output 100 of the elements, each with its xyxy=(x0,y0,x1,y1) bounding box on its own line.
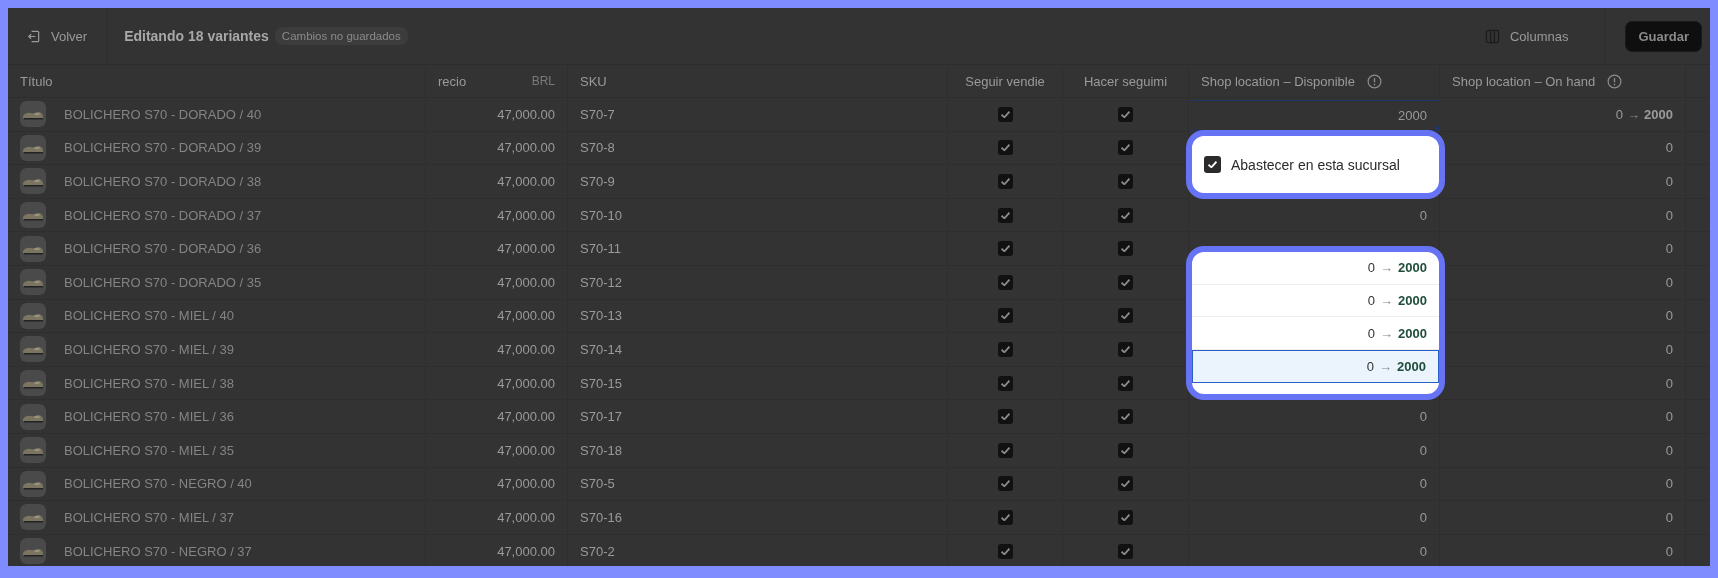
variant-title: BOLICHERO S70 - DORADO / 38 xyxy=(64,174,262,189)
available-value: 0 xyxy=(1419,409,1427,425)
on-hand-value: 0 xyxy=(1665,274,1673,290)
on-hand-value: 0 → 2000 xyxy=(1615,106,1673,122)
column-header[interactable]: Shop location – Disponible xyxy=(1201,73,1355,89)
variant-title: BOLICHERO S70 - MIEL / 40 xyxy=(64,308,235,324)
checkbox[interactable] xyxy=(1118,140,1133,156)
checkbox[interactable] xyxy=(997,207,1013,223)
available-value: 0 xyxy=(1419,442,1427,458)
column-header[interactable]: Seguir vendie xyxy=(965,73,1045,89)
checkbox[interactable] xyxy=(1118,308,1133,324)
checkmark-icon xyxy=(1121,345,1130,353)
column-header[interactable]: Título xyxy=(20,73,53,89)
sku-value: S70-12 xyxy=(580,274,622,290)
on-hand-value: 0 xyxy=(1665,341,1673,357)
checkbox[interactable] xyxy=(1118,106,1133,122)
variant-title: BOLICHERO S70 - DORADO / 36 xyxy=(64,241,262,257)
change-row[interactable]: 0 → 2000 xyxy=(1192,350,1439,383)
checkmark-icon xyxy=(1000,446,1010,454)
variant-title: BOLICHERO S70 - DORADO / 37 xyxy=(64,207,262,223)
price-value: 47,000.00 xyxy=(497,375,555,391)
checkbox[interactable] xyxy=(997,476,1013,492)
sku-value: S70-9 xyxy=(580,174,615,189)
column-header[interactable]: Hacer seguimi xyxy=(1083,73,1168,89)
checkmark-icon xyxy=(1121,513,1130,521)
change-row[interactable]: 0 → 2000 xyxy=(1192,284,1439,318)
checkbox[interactable] xyxy=(1118,476,1133,492)
checkbox[interactable] xyxy=(997,442,1013,458)
change-row[interactable]: 0 → 2000 xyxy=(1192,252,1439,285)
checkbox[interactable] xyxy=(1204,156,1221,173)
checkmark-icon xyxy=(1121,144,1130,152)
checkmark-icon xyxy=(1121,446,1130,454)
page-title: Editando 18 variantes xyxy=(124,28,269,44)
back-button[interactable]: Volver xyxy=(8,8,109,64)
save-button[interactable]: Guardar xyxy=(1625,20,1702,52)
variant-title: BOLICHERO S70 - MIEL / 39 xyxy=(64,341,235,357)
checkbox[interactable] xyxy=(997,174,1013,189)
checkbox-label[interactable]: Abastecer en esta sucursal xyxy=(1231,156,1400,173)
currency-label: BRL xyxy=(531,74,555,88)
price-value: 47,000.00 xyxy=(497,409,555,425)
checkbox[interactable] xyxy=(1118,174,1133,189)
price-value: 47,000.00 xyxy=(497,174,555,189)
checkmark-icon xyxy=(1000,211,1010,219)
checkmark-icon xyxy=(1000,110,1010,118)
checkbox[interactable] xyxy=(997,543,1013,559)
price-value: 47,000.00 xyxy=(497,308,555,324)
price-value: 47,000.00 xyxy=(497,543,555,559)
sku-value: S70-14 xyxy=(580,341,622,357)
price-value: 47,000.00 xyxy=(497,207,555,223)
column-header[interactable]: Shop location – On hand xyxy=(1452,73,1596,89)
checkbox[interactable] xyxy=(1118,409,1133,425)
on-hand-value: 0 xyxy=(1665,442,1673,458)
checkbox[interactable] xyxy=(1118,207,1133,223)
price-value: 47,000.00 xyxy=(497,341,555,357)
variant-title: BOLICHERO S70 - NEGRO / 37 xyxy=(64,543,252,559)
checkmark-icon xyxy=(1121,547,1130,555)
variant-title: BOLICHERO S70 - MIEL / 35 xyxy=(64,442,235,458)
column-header[interactable]: SKU xyxy=(580,73,607,89)
checkmark-icon xyxy=(1000,278,1010,286)
checkbox[interactable] xyxy=(997,241,1013,257)
sku-value: S70-16 xyxy=(580,509,622,525)
available-value: 0 xyxy=(1419,207,1427,223)
checkbox[interactable] xyxy=(997,375,1013,391)
checkbox[interactable] xyxy=(997,140,1013,156)
info-icon[interactable] xyxy=(1366,73,1382,89)
checkbox[interactable] xyxy=(997,106,1013,122)
checkbox[interactable] xyxy=(1118,543,1133,559)
sku-value: S70-8 xyxy=(580,140,615,156)
checkbox[interactable] xyxy=(997,409,1013,425)
available-value: 0 xyxy=(1419,543,1427,559)
info-icon[interactable] xyxy=(1607,73,1623,89)
checkbox[interactable] xyxy=(1118,241,1133,257)
columns-button[interactable]: Columnas xyxy=(1484,8,1606,64)
column-header[interactable]: recio xyxy=(438,73,467,89)
checkbox[interactable] xyxy=(997,341,1013,357)
checkbox[interactable] xyxy=(1118,274,1133,290)
checkmark-icon xyxy=(1121,379,1130,387)
checkmark-icon xyxy=(1121,480,1130,488)
checkmark-icon xyxy=(1121,312,1130,320)
on-hand-value: 0 xyxy=(1665,375,1673,391)
on-hand-value: 0 xyxy=(1665,409,1673,425)
checkbox[interactable] xyxy=(1118,341,1133,357)
on-hand-value: 0 xyxy=(1665,140,1673,156)
sku-value: S70-13 xyxy=(580,308,622,324)
on-hand-value: 0 xyxy=(1665,174,1673,189)
checkmark-icon xyxy=(1121,178,1130,185)
checkbox[interactable] xyxy=(1118,509,1133,525)
checkbox[interactable] xyxy=(1118,442,1133,458)
on-hand-value: 0 xyxy=(1665,509,1673,525)
checkbox[interactable] xyxy=(1118,375,1133,391)
checkmark-icon xyxy=(1121,245,1130,253)
variant-title: BOLICHERO S70 - DORADO / 35 xyxy=(64,274,262,290)
checkmark-icon xyxy=(1000,379,1010,387)
variant-title: BOLICHERO S70 - MIEL / 37 xyxy=(64,509,235,525)
checkbox[interactable] xyxy=(997,308,1013,324)
price-value: 47,000.00 xyxy=(497,106,555,122)
checkbox[interactable] xyxy=(997,274,1013,290)
checkmark-icon xyxy=(1000,312,1010,320)
checkbox[interactable] xyxy=(997,509,1013,525)
checkmark-icon xyxy=(1000,513,1010,521)
